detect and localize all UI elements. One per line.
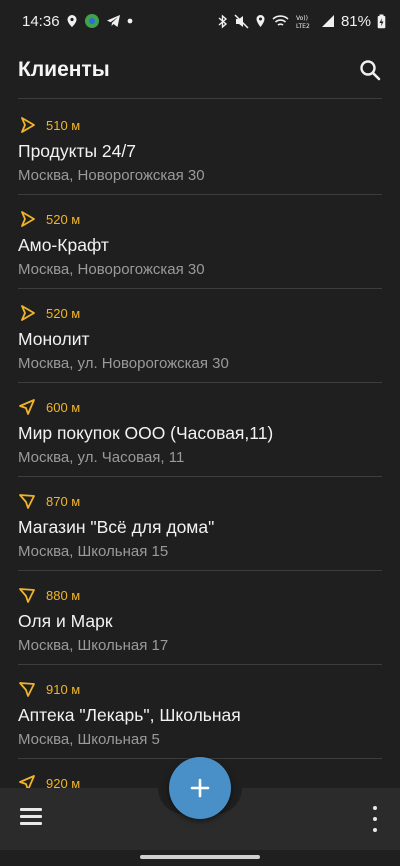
distance-row: 880 м xyxy=(18,585,382,605)
home-gesture-handle[interactable] xyxy=(140,855,260,859)
list-item[interactable]: 600 м Мир покупок ООО (Часовая,11) Москв… xyxy=(18,383,382,477)
client-address: Москва, ул. Часовая, 11 xyxy=(18,449,185,466)
mute-icon xyxy=(234,13,249,29)
client-address: Москва, Новорогожская 30 xyxy=(18,167,205,184)
clock: 14:36 xyxy=(22,12,60,30)
list-item[interactable]: 520 м Монолит Москва, ул. Новорогожская … xyxy=(18,289,382,383)
battery-level: 81% xyxy=(340,12,371,30)
navigation-arrow-icon xyxy=(19,682,35,697)
distance: 920 м xyxy=(46,775,81,789)
navigation-arrow-icon xyxy=(21,211,35,227)
list-item[interactable]: 870 м Магазин "Всё для дома" Москва, Шко… xyxy=(18,477,382,571)
wifi-icon xyxy=(272,15,289,26)
distance-row: 520 м xyxy=(18,303,382,323)
distance: 600 м xyxy=(46,399,81,415)
list-item[interactable]: 510 м Продукты 24/7 Москва, Новорогожска… xyxy=(18,101,382,195)
distance: 520 м xyxy=(46,211,81,227)
search-icon xyxy=(360,60,381,81)
client-name: Мир покупок ООО (Часовая,11) xyxy=(18,423,274,443)
client-name: Магазин "Всё для дома" xyxy=(18,517,215,537)
telegram-icon xyxy=(106,15,120,27)
client-address: Москва, Школьная 5 xyxy=(18,731,160,748)
clients-list[interactable]: 510 м Продукты 24/7 Москва, Новорогожска… xyxy=(0,98,400,788)
navigation-arrow-icon xyxy=(19,775,35,788)
client-address: Москва, Школьная 17 xyxy=(18,637,169,654)
app-bar: Клиенты xyxy=(0,42,400,98)
signal-icon xyxy=(321,15,334,27)
distance-row: 910 м xyxy=(18,679,382,699)
more-vertical-icon xyxy=(373,806,377,810)
distance-row: 520 м xyxy=(18,209,382,229)
hamburger-menu-icon xyxy=(20,808,42,825)
list-item[interactable]: 520 м Амо-Крафт Москва, Новорогожская 30 xyxy=(18,195,382,289)
add-client-button[interactable] xyxy=(169,757,231,819)
location-icon xyxy=(256,15,265,27)
more-options-button[interactable] xyxy=(366,806,384,832)
distance-row: 870 м xyxy=(18,491,382,511)
client-address: Москва, Новорогожская 30 xyxy=(18,261,205,278)
vpn-globe-icon xyxy=(84,14,99,28)
client-name: Аптека "Лекарь", Школьная xyxy=(18,705,241,725)
plus-icon xyxy=(190,778,210,798)
distance: 510 м xyxy=(46,117,81,133)
client-name: Продукты 24/7 xyxy=(18,141,136,161)
navigation-arrow-icon xyxy=(19,588,35,603)
distance: 520 м xyxy=(46,305,81,321)
lte-label-icon: Vo)) LTE2 xyxy=(296,15,310,29)
bluetooth-icon xyxy=(218,13,228,29)
page-title: Клиенты xyxy=(18,58,110,81)
client-name: Оля и Марк xyxy=(18,611,113,631)
client-address: Москва, Школьная 15 xyxy=(18,543,169,560)
client-name: Монолит xyxy=(18,329,90,349)
list-item[interactable]: 910 м Аптека "Лекарь", Школьная Москва, … xyxy=(18,665,382,759)
battery-charging-icon xyxy=(377,14,386,28)
notification-dot-icon xyxy=(127,18,132,24)
navigation-arrow-icon xyxy=(21,305,35,321)
menu-button[interactable] xyxy=(20,808,42,828)
location-pin-icon xyxy=(67,15,77,27)
status-bar: 14:36 Vo)) LTE2 81% xyxy=(0,0,400,42)
navigation-arrow-icon xyxy=(19,494,35,509)
search-button[interactable] xyxy=(356,56,384,84)
navigation-arrow-icon xyxy=(19,399,35,415)
client-address: Москва, ул. Новорогожская 30 xyxy=(18,355,229,372)
svg-text:Vo)): Vo)) xyxy=(296,15,308,22)
distance-row: 510 м xyxy=(18,115,382,135)
distance: 870 м xyxy=(46,493,81,509)
navigation-arrow-icon xyxy=(21,117,35,133)
list-item[interactable]: 880 м Оля и Марк Москва, Школьная 17 xyxy=(18,571,382,665)
distance: 910 м xyxy=(46,681,81,697)
svg-text:LTE2: LTE2 xyxy=(296,23,310,29)
distance-row: 600 м xyxy=(18,397,382,417)
distance: 880 м xyxy=(46,587,81,603)
client-name: Амо-Крафт xyxy=(18,235,109,255)
